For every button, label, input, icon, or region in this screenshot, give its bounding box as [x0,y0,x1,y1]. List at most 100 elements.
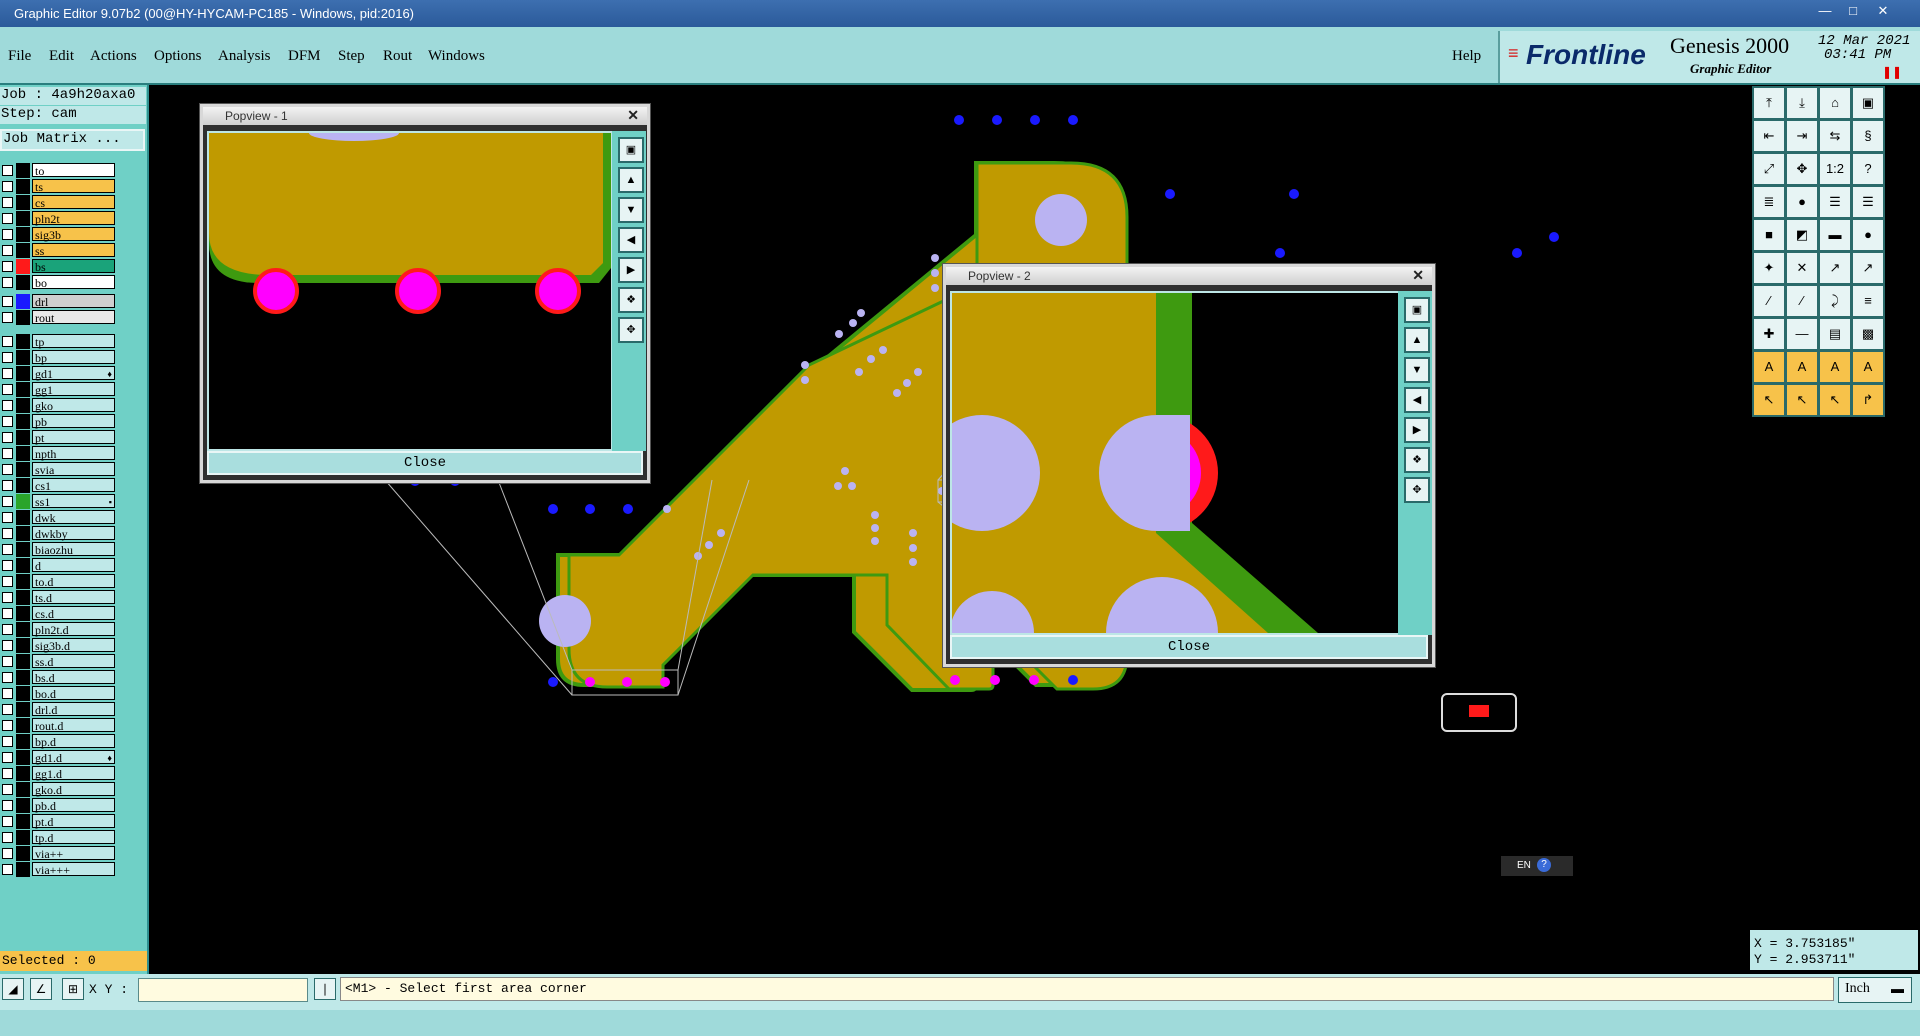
layer-row[interactable]: bo [0,275,116,290]
tool-right-icon[interactable]: ⇥ [1785,119,1819,153]
layer-checkbox[interactable] [2,720,13,731]
pv2-home-icon[interactable]: ✥ [1404,477,1430,503]
layer-row[interactable]: ts.d [0,590,116,605]
layer-name[interactable]: sig3b [32,227,115,242]
graphic-canvas[interactable]: Popview - 1 ✕ ▣ ▲ ▼ ◀ ▶ ❖ ✥ Close Popvie… [149,85,1748,974]
tool-mask-icon[interactable]: ◩ [1785,218,1819,252]
layer-name[interactable]: ts [32,179,115,194]
layer-checkbox[interactable] [2,448,13,459]
layer-checkbox[interactable] [2,544,13,555]
layer-checkbox[interactable] [2,312,13,323]
layer-name[interactable]: gko.d [32,782,115,797]
layer-checkbox[interactable] [2,864,13,875]
pv2-up-icon[interactable]: ▲ [1404,327,1430,353]
tool-left-icon[interactable]: ⇤ [1752,119,1786,153]
popview-2-canvas[interactable] [950,291,1400,635]
layer-checkbox[interactable] [2,165,13,176]
layer-name[interactable]: bo [32,275,115,290]
layer-row[interactable]: bp [0,350,116,365]
layer-name[interactable]: pb [32,414,115,429]
layer-checkbox[interactable] [2,784,13,795]
tool-cross-icon[interactable]: ✕ [1785,251,1819,285]
layer-checkbox[interactable] [2,480,13,491]
layer-name[interactable]: gg1.d [32,766,115,781]
popview-1-close-icon[interactable]: ✕ [627,107,639,124]
pv1-down-icon[interactable]: ▼ [618,197,644,223]
layer-checkbox[interactable] [2,672,13,683]
layer-checkbox[interactable] [2,213,13,224]
layer-name[interactable]: gd1.d ♦ [32,750,115,765]
tool-dot-icon[interactable]: ● [1851,218,1885,252]
layer-checkbox[interactable] [2,197,13,208]
pv2-left-icon[interactable]: ◀ [1404,387,1430,413]
tool-text2-icon[interactable]: A [1785,350,1819,384]
layer-name[interactable]: bp [32,350,115,365]
layer-checkbox[interactable] [2,416,13,427]
layer-row[interactable]: drl.d [0,702,116,717]
layer-row[interactable]: bs.d [0,670,116,685]
popview-1-close-button[interactable]: Close [207,451,643,475]
layer-name[interactable]: gko [32,398,115,413]
layer-name[interactable]: gd1 ♦ [32,366,115,381]
pv2-zoom-icon[interactable]: ▣ [1404,297,1430,323]
layer-name[interactable]: bs [32,259,115,274]
layer-row[interactable]: sig3b.d [0,638,116,653]
layer-name[interactable]: ts.d [32,590,115,605]
layer-name[interactable]: ss.d [32,654,115,669]
layer-checkbox[interactable] [2,512,13,523]
tool-ratio-icon[interactable]: 1:2 [1818,152,1852,186]
layer-checkbox[interactable] [2,832,13,843]
menu-actions[interactable]: Actions [90,48,137,65]
layer-row[interactable]: via++ [0,846,116,861]
tool-matrix2-icon[interactable]: ☰ [1851,185,1885,219]
layer-name[interactable]: biaozhu [32,542,115,557]
menu-edit[interactable]: Edit [49,48,74,65]
layer-name[interactable]: dwkby [32,526,115,541]
layer-row[interactable]: pb.d [0,798,116,813]
layer-row[interactable]: cs.d [0,606,116,621]
layer-name[interactable]: sig3b.d [32,638,115,653]
maximize-button[interactable]: □ [1842,2,1864,20]
pv1-right-icon[interactable]: ▶ [618,257,644,283]
layer-row[interactable]: bp.d [0,734,116,749]
layer-checkbox[interactable] [2,848,13,859]
layer-row[interactable]: rout.d [0,718,116,733]
layer-name[interactable]: drl.d [32,702,115,717]
layer-name[interactable]: tp [32,334,115,349]
layer-row[interactable]: gko [0,398,116,413]
snap-center-icon[interactable]: ⊞ [62,978,84,1000]
tool-add-icon[interactable]: ✚ [1752,317,1786,351]
menu-dfm[interactable]: DFM [288,48,321,65]
layer-row[interactable]: dwk [0,510,116,525]
pv1-zoom-icon[interactable]: ▣ [618,137,644,163]
layer-row[interactable]: pln2t [0,211,116,226]
layer-checkbox[interactable] [2,245,13,256]
layer-row[interactable]: bs [0,259,116,274]
layer-row[interactable]: gd1 ♦ [0,366,116,381]
tool-home-icon[interactable]: ⌂ [1818,86,1852,120]
layer-checkbox[interactable] [2,640,13,651]
tool-frame-icon[interactable]: ▣ [1851,86,1885,120]
tool-pick3-icon[interactable]: ↖ [1818,383,1852,417]
pv1-left-icon[interactable]: ◀ [618,227,644,253]
pv1-up-icon[interactable]: ▲ [618,167,644,193]
layer-name[interactable]: dwk [32,510,115,525]
layer-checkbox[interactable] [2,400,13,411]
layer-row[interactable]: pt.d [0,814,116,829]
tool-ruler-icon[interactable]: ▬ [1818,218,1852,252]
layer-row[interactable]: gg1.d [0,766,116,781]
pv2-down-icon[interactable]: ▼ [1404,357,1430,383]
tool-move-icon[interactable]: ⤒ [1752,86,1786,120]
layer-name[interactable]: npth [32,446,115,461]
layer-name[interactable]: ss1 ▪ [32,494,115,509]
snap-angle-icon[interactable]: ∠ [30,978,52,1000]
tool-copy-icon[interactable]: ⤓ [1785,86,1819,120]
popview-1-canvas[interactable] [207,131,613,451]
layer-name[interactable]: cs [32,195,115,210]
layer-row[interactable]: to [0,163,116,178]
units-select[interactable]: Inch ▬ [1838,977,1912,1003]
layer-row[interactable]: drl [0,294,116,309]
pv1-fit-icon[interactable]: ❖ [618,287,644,313]
layer-checkbox[interactable] [2,688,13,699]
layer-checkbox[interactable] [2,800,13,811]
